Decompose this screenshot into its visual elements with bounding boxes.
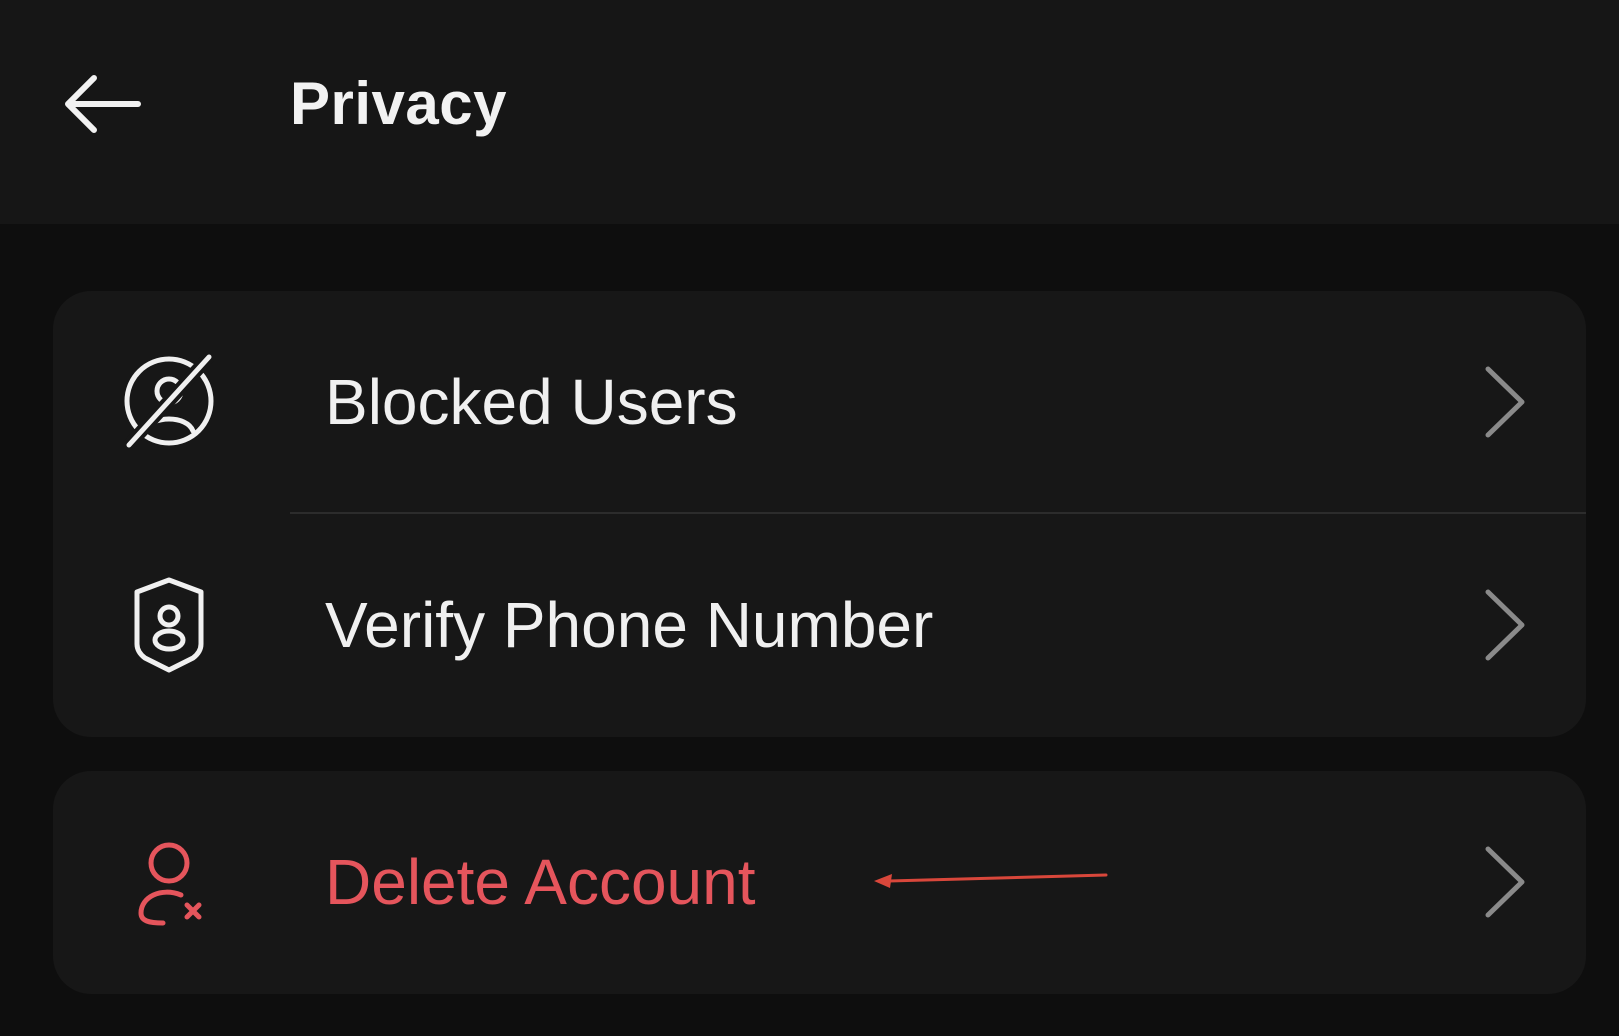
- annotation-arrow: [870, 866, 1110, 896]
- arrow-left-icon: [65, 75, 141, 133]
- delete-user-icon: [119, 831, 219, 931]
- blocked-users-label: Blocked Users: [325, 366, 738, 438]
- delete-account-label: Delete Account: [325, 846, 756, 918]
- verify-phone-number-row[interactable]: Verify Phone Number: [53, 514, 1586, 736]
- chevron-right-icon: [1480, 363, 1530, 441]
- back-button[interactable]: [56, 64, 148, 144]
- privacy-settings-card: Blocked Users Verify Phone Number: [53, 291, 1586, 737]
- chevron-right-icon: [1480, 843, 1530, 921]
- account-settings-card: Delete Account: [53, 771, 1586, 994]
- page-title: Privacy: [290, 70, 508, 137]
- shield-user-icon: [119, 574, 219, 674]
- app-header: Privacy: [0, 0, 1619, 224]
- verify-phone-number-label: Verify Phone Number: [325, 589, 934, 661]
- privacy-screen: Privacy Blocked Users Verify Phone Numbe…: [0, 0, 1619, 1036]
- blocked-users-row[interactable]: Blocked Users: [53, 291, 1586, 513]
- chevron-right-icon: [1480, 586, 1530, 664]
- blocked-user-icon: [119, 351, 219, 451]
- delete-account-row[interactable]: Delete Account: [53, 771, 1586, 993]
